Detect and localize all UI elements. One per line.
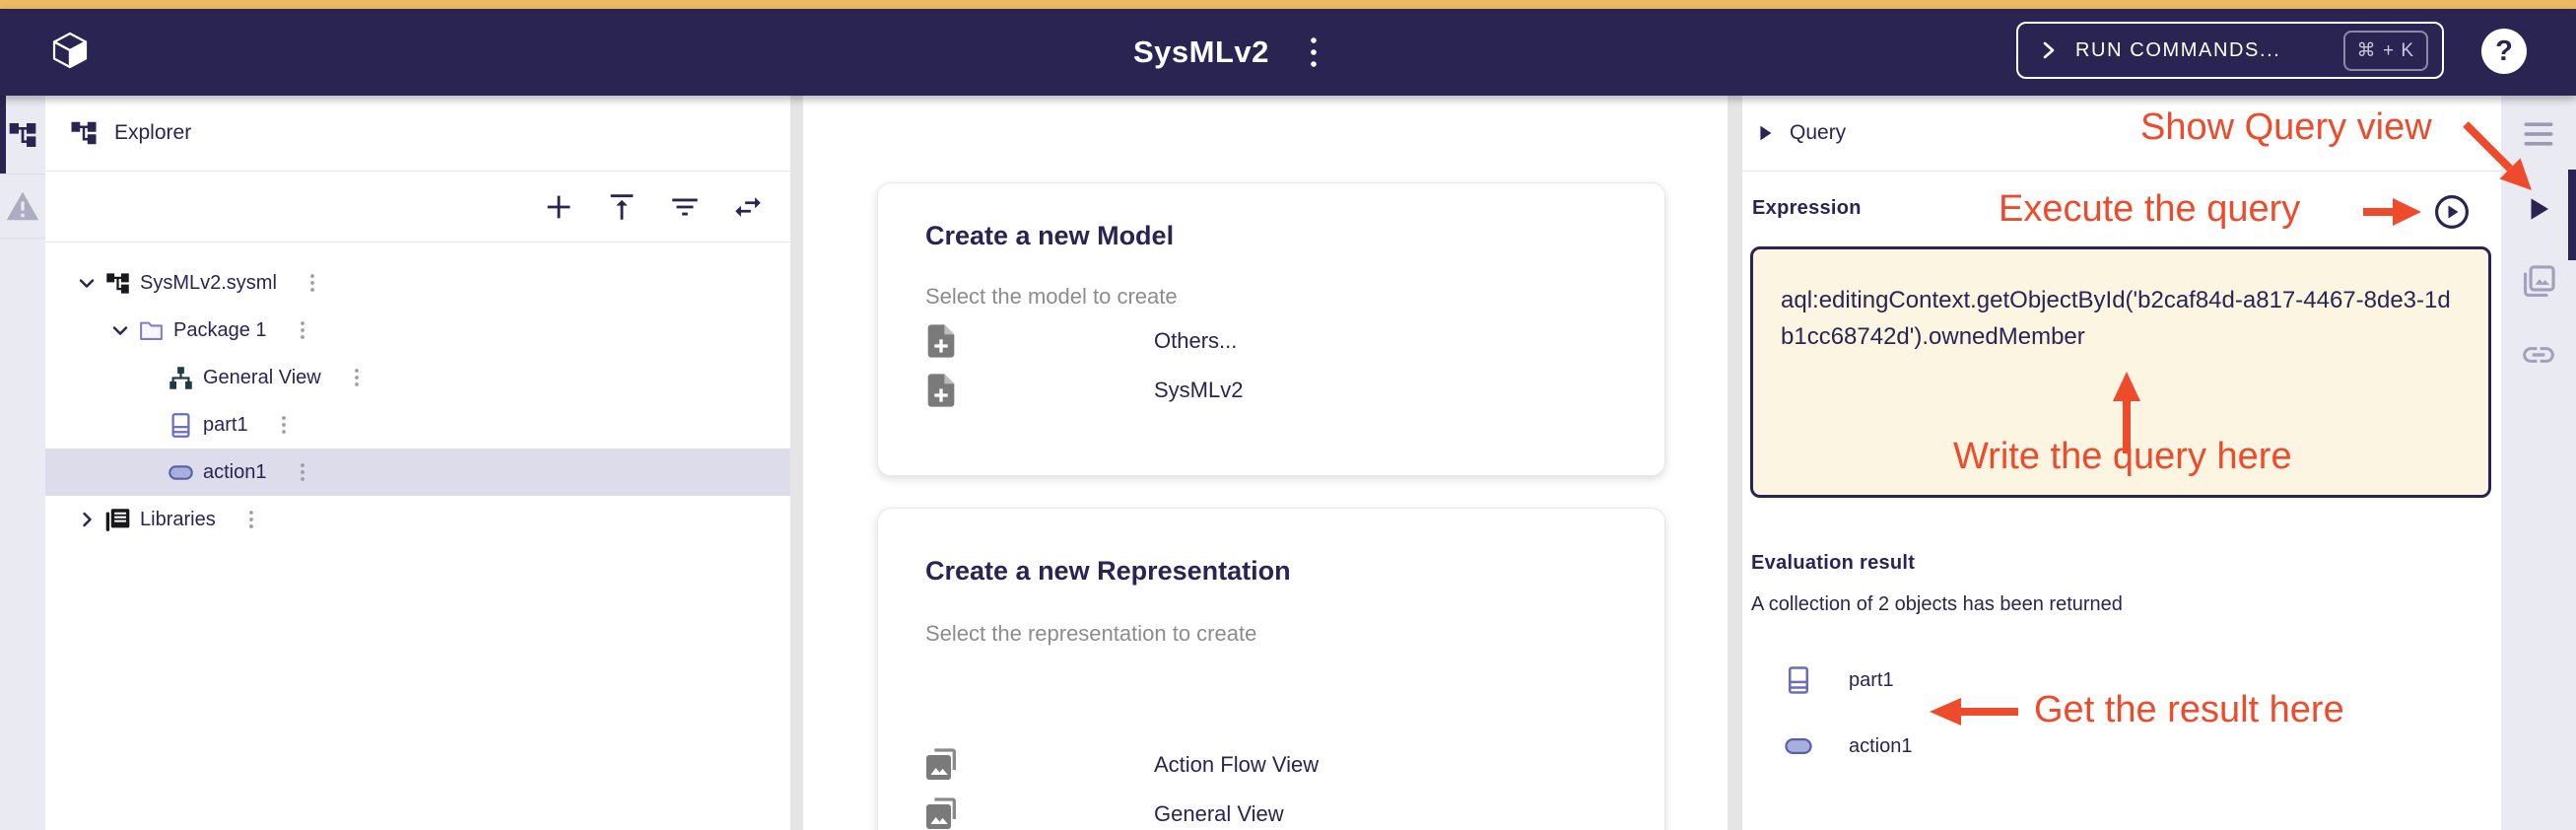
annotation-get-the-result-here: Get the result here (2034, 689, 2344, 731)
part-icon (1784, 665, 1813, 695)
evaluation-result-title: Evaluation result (1751, 552, 1915, 575)
row-menu-kebab-icon[interactable] (353, 368, 361, 387)
upload-document-icon[interactable] (605, 190, 639, 224)
tree-row-label: SysMLv2.sysml (140, 272, 277, 295)
model-item-others[interactable]: Others... (921, 316, 1623, 366)
right-view-rail (2501, 96, 2576, 830)
representation-item-action-flow-view[interactable]: Action Flow View (921, 740, 1623, 790)
annotation-write-the-query-here: Write the query here (1953, 436, 2292, 478)
new-document-icon (921, 321, 961, 361)
create-representation-card: Create a new Representation Select the r… (877, 508, 1665, 830)
create-model-card: Create a new Model Select the model to c… (877, 182, 1665, 476)
annotation-execute-the-query: Execute the query (1999, 188, 2300, 231)
panel-divider[interactable] (1728, 96, 1742, 830)
model-item-sysmlv2[interactable]: SysMLv2 (921, 366, 1623, 415)
explorer-toolbar (45, 172, 790, 242)
link-icon (2520, 336, 2557, 374)
rail-representations-view-button[interactable] (2501, 245, 2576, 318)
tree-row-package-1[interactable]: Package 1 (45, 307, 790, 354)
tree-row-label: action1 (203, 461, 267, 484)
model-item-label: Others... (1154, 328, 1237, 354)
chevron-right-icon (2036, 37, 2062, 63)
tree-row-action1[interactable]: action1 (45, 449, 790, 496)
panel-divider[interactable] (790, 96, 803, 830)
evaluation-result-summary: A collection of 2 objects has been retur… (1751, 593, 2123, 616)
onboard-panel: Create a new Model Select the model to c… (803, 96, 1728, 830)
result-row-label: part1 (1849, 669, 1894, 692)
run-commands-label: RUN COMMANDS... (2075, 39, 2343, 62)
query-view-active-indicator (2568, 170, 2576, 260)
tree-row-general-view[interactable]: General View (45, 354, 790, 401)
project-menu-kebab-icon[interactable] (1303, 35, 1324, 70)
explorer-panel-header: Explorer (45, 96, 790, 172)
new-object-plus-icon[interactable] (542, 190, 576, 224)
card-title: Create a new Model (925, 221, 1174, 251)
rail-validation-view-button[interactable] (0, 174, 45, 239)
annotation-show-query-view: Show Query view (2140, 106, 2432, 149)
explorer-panel: Explorer SysMLv2.sysml (45, 96, 790, 830)
play-icon (1754, 122, 1776, 144)
tree-row-label: General View (203, 367, 321, 389)
left-view-rail (0, 96, 45, 830)
query-panel-title: Query (1790, 121, 1846, 145)
chevron-right-icon[interactable] (75, 508, 99, 531)
execute-query-button[interactable] (2433, 193, 2471, 231)
project-title: SysMLv2 (1133, 9, 1269, 96)
model-item-label: SysMLv2 (1154, 378, 1243, 403)
explorer-tree-icon (69, 118, 99, 148)
swap-synchronize-icon[interactable] (731, 190, 765, 224)
tree-row-libraries[interactable]: Libraries (45, 496, 790, 543)
representation-item-label: General View (1154, 801, 1284, 827)
tree-row-label: Package 1 (173, 319, 267, 342)
tree-row-label: Libraries (140, 509, 216, 531)
libraries-icon (104, 507, 131, 533)
rail-related-elements-button[interactable] (2501, 318, 2576, 391)
tree-row-sysmlv2-sysml[interactable]: SysMLv2.sysml (45, 259, 790, 307)
result-row-label: action1 (1849, 735, 1913, 758)
representation-item-label: Action Flow View (1154, 752, 1319, 778)
part-icon (168, 412, 194, 439)
tree-row-part1[interactable]: part1 (45, 401, 790, 449)
row-menu-kebab-icon[interactable] (247, 510, 255, 529)
sirius-cube-logo[interactable] (47, 30, 93, 75)
run-commands-button[interactable]: RUN COMMANDS... ⌘ + K (2016, 22, 2444, 79)
keyboard-shortcut-badge: ⌘ + K (2343, 31, 2428, 71)
model-file-icon (104, 270, 131, 297)
representation-image-icon (921, 745, 961, 785)
explorer-tree: SysMLv2.sysml Package 1 General View (45, 259, 790, 543)
help-button[interactable]: ? (2481, 29, 2527, 74)
chevron-down-icon[interactable] (75, 271, 99, 295)
rail-details-list-button[interactable] (2501, 96, 2576, 173)
query-play-icon (2524, 194, 2553, 224)
chevron-down-icon[interactable] (108, 318, 132, 342)
explorer-active-indicator (0, 96, 6, 173)
representations-image-icon (2520, 263, 2557, 301)
hamburger-list-icon (2522, 120, 2555, 148)
representation-image-icon (921, 795, 961, 830)
explorer-tree-icon (7, 119, 38, 151)
row-menu-kebab-icon[interactable] (299, 320, 306, 340)
action-icon (168, 459, 194, 486)
expression-label: Expression (1752, 197, 1862, 220)
representation-item-general-view[interactable]: General View (921, 790, 1623, 830)
rail-explorer-view-button[interactable] (0, 96, 45, 174)
warning-triangle-icon (5, 189, 40, 223)
action-icon (1784, 731, 1813, 761)
explorer-panel-title: Explorer (114, 121, 191, 145)
package-folder-icon (138, 317, 165, 344)
app-header: SysMLv2 RUN COMMANDS... ⌘ + K ? (0, 9, 2576, 96)
card-subtitle: Select the model to create (925, 284, 1178, 310)
accent-strip (0, 0, 2576, 9)
filter-list-icon[interactable] (668, 190, 702, 224)
row-menu-kebab-icon[interactable] (299, 462, 306, 482)
row-menu-kebab-icon[interactable] (280, 415, 288, 435)
card-subtitle: Select the representation to create (925, 621, 1256, 647)
diagram-icon (168, 365, 194, 391)
tree-row-label: part1 (203, 414, 248, 437)
card-title: Create a new Representation (925, 556, 1291, 587)
row-menu-kebab-icon[interactable] (308, 273, 316, 293)
new-document-icon (921, 371, 961, 410)
rail-query-view-button[interactable] (2501, 173, 2576, 245)
